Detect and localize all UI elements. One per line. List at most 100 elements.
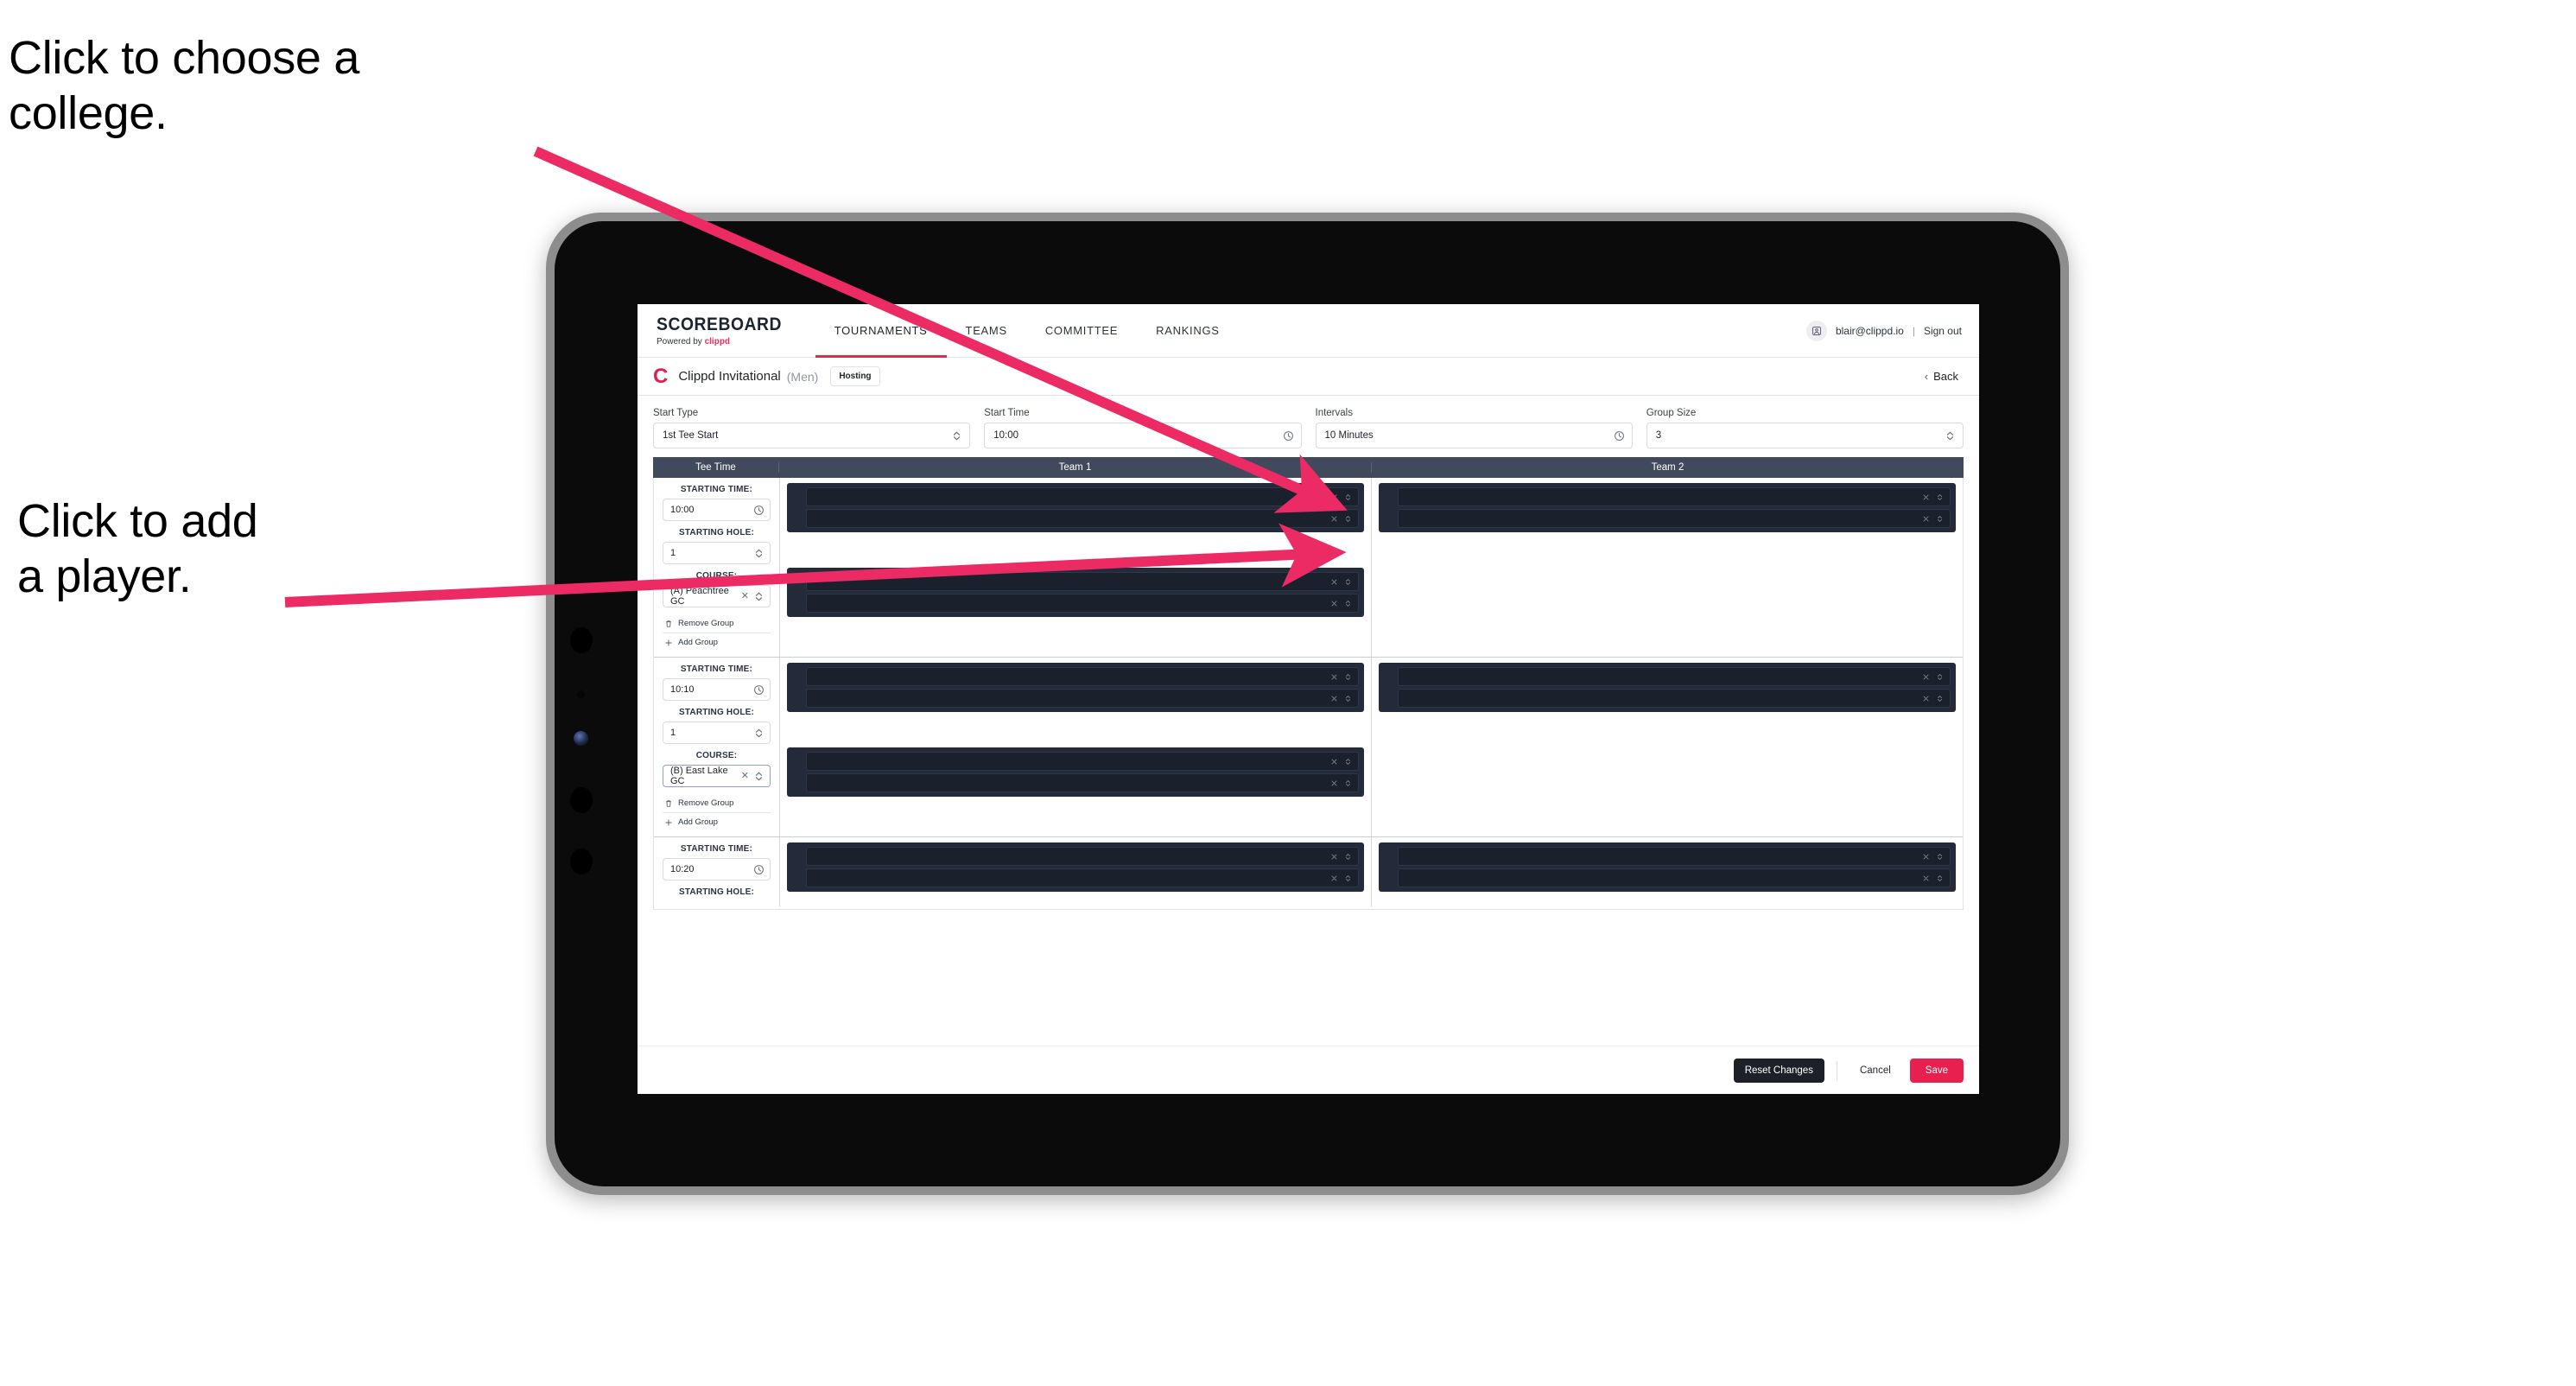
player-slot[interactable] — [806, 594, 1359, 613]
tab-rankings[interactable]: RANKINGS — [1137, 304, 1239, 357]
group-size-stepper[interactable]: 3 — [1646, 423, 1964, 448]
player-slot[interactable] — [806, 752, 1359, 771]
table-row: STARTING TIME: 10:10 STARTING HOLE: 1 CO… — [654, 658, 1963, 837]
clock-icon[interactable] — [1614, 430, 1625, 442]
brand-logo[interactable]: SCOREBOARD Powered by clippd — [638, 304, 815, 357]
remove-group-button[interactable]: Remove Group — [663, 614, 771, 633]
stepper-updown-icon[interactable] — [1936, 853, 1944, 861]
stepper-updown-icon[interactable] — [1344, 673, 1352, 681]
reset-changes-button[interactable]: Reset Changes — [1733, 1058, 1824, 1083]
player-slot[interactable] — [1398, 868, 1951, 887]
team-1-cell — [780, 478, 1371, 657]
back-button[interactable]: ‹ Back — [1925, 370, 1964, 383]
close-x-icon[interactable] — [1330, 515, 1338, 523]
stepper-updown-icon[interactable] — [1344, 515, 1352, 523]
player-slot[interactable] — [806, 667, 1359, 686]
intervals-value: 10 Minutes — [1324, 430, 1374, 441]
stepper-updown-icon[interactable] — [951, 430, 962, 442]
stepper-updown-icon[interactable] — [1936, 695, 1944, 703]
player-slot[interactable] — [806, 689, 1359, 708]
player-slot[interactable] — [806, 509, 1359, 528]
stepper-updown-icon[interactable] — [1344, 853, 1352, 861]
bezel-sensor-dot — [570, 787, 593, 813]
brand-subtitle-prefix: Powered by — [657, 337, 705, 346]
stepper-updown-icon[interactable] — [753, 548, 765, 559]
clock-icon[interactable] — [753, 505, 765, 516]
tee-sheet-header: Tee Time Team 1 Team 2 — [653, 457, 1964, 478]
close-x-icon[interactable] — [1330, 578, 1338, 586]
player-slot[interactable] — [806, 572, 1359, 591]
start-time-input[interactable]: 10:00 — [984, 423, 1302, 448]
add-group-button[interactable]: Add Group — [663, 813, 771, 831]
close-x-icon[interactable] — [1922, 874, 1930, 882]
bezel-sensor-dot — [570, 849, 593, 874]
close-x-icon[interactable] — [1922, 515, 1930, 523]
field-start-time: Start Time 10:00 — [984, 408, 1302, 448]
save-button[interactable]: Save — [1909, 1058, 1964, 1083]
player-slot[interactable] — [806, 868, 1359, 887]
tab-committee[interactable]: COMMITTEE — [1026, 304, 1137, 357]
tab-tournaments[interactable]: TOURNAMENTS — [815, 304, 947, 358]
sign-out-link[interactable]: Sign out — [1924, 325, 1962, 337]
clock-icon[interactable] — [1283, 430, 1294, 442]
player-slot[interactable] — [806, 847, 1359, 866]
group-actions: Remove Group Add Group — [663, 794, 771, 831]
stepper-updown-icon[interactable] — [1344, 493, 1352, 501]
stepper-updown-icon[interactable] — [1344, 600, 1352, 607]
stepper-updown-icon[interactable] — [1344, 578, 1352, 586]
remove-group-button[interactable]: Remove Group — [663, 794, 771, 813]
close-x-icon[interactable] — [1922, 695, 1930, 703]
starting-time-input[interactable]: 10:10 — [663, 678, 771, 701]
tab-teams[interactable]: TEAMS — [947, 304, 1026, 357]
stepper-updown-icon[interactable] — [1344, 874, 1352, 882]
player-slot[interactable] — [1398, 847, 1951, 866]
close-x-icon[interactable] — [1330, 673, 1338, 681]
stepper-updown-icon[interactable] — [1936, 493, 1944, 501]
stepper-updown-icon[interactable] — [1945, 430, 1956, 442]
intervals-input[interactable]: 10 Minutes — [1315, 423, 1633, 448]
add-group-button[interactable]: Add Group — [663, 633, 771, 652]
close-x-icon[interactable] — [1330, 758, 1338, 766]
player-group — [787, 483, 1364, 532]
stepper-updown-icon[interactable] — [753, 591, 765, 602]
field-group-size-label: Group Size — [1646, 408, 1697, 418]
user-avatar-icon[interactable] — [1805, 320, 1827, 341]
player-slot[interactable] — [1398, 689, 1951, 708]
close-x-icon[interactable]: ✕ — [741, 771, 749, 781]
player-slot[interactable] — [806, 487, 1359, 506]
starting-hole-input[interactable]: 1 — [663, 722, 771, 744]
close-x-icon[interactable] — [1330, 493, 1338, 501]
close-x-icon[interactable] — [1330, 695, 1338, 703]
close-x-icon[interactable] — [1922, 673, 1930, 681]
course-select[interactable]: (B) East Lake GC ✕ — [663, 765, 771, 787]
close-x-icon[interactable] — [1330, 779, 1338, 787]
close-x-icon[interactable] — [1922, 853, 1930, 861]
stepper-updown-icon[interactable] — [1936, 874, 1944, 882]
clock-icon[interactable] — [753, 684, 765, 696]
stepper-updown-icon[interactable] — [1344, 779, 1352, 787]
stepper-updown-icon[interactable] — [1936, 515, 1944, 523]
clock-icon[interactable] — [753, 864, 765, 875]
close-x-icon[interactable] — [1330, 600, 1338, 607]
column-header-team-1: Team 1 — [1058, 462, 1092, 473]
stepper-updown-icon[interactable] — [753, 728, 765, 739]
cancel-button[interactable]: Cancel — [1850, 1059, 1901, 1083]
stepper-updown-icon[interactable] — [1936, 673, 1944, 681]
starting-hole-input[interactable]: 1 — [663, 542, 771, 564]
player-slot[interactable] — [1398, 487, 1951, 506]
starting-time-input[interactable]: 10:00 — [663, 499, 771, 521]
stepper-updown-icon[interactable] — [753, 771, 765, 782]
starting-time-input[interactable]: 10:20 — [663, 858, 771, 881]
close-x-icon[interactable] — [1922, 493, 1930, 501]
player-slot[interactable] — [1398, 667, 1951, 686]
player-slot[interactable] — [1398, 509, 1951, 528]
close-x-icon[interactable]: ✕ — [741, 591, 749, 601]
player-slot[interactable] — [806, 773, 1359, 792]
stepper-updown-icon[interactable] — [1344, 695, 1352, 703]
close-x-icon[interactable] — [1330, 874, 1338, 882]
close-x-icon[interactable] — [1330, 853, 1338, 861]
start-type-select[interactable]: 1st Tee Start — [653, 423, 971, 448]
clippd-logo-icon: C — [653, 364, 669, 388]
course-select[interactable]: (A) Peachtree GC ✕ — [663, 585, 771, 607]
stepper-updown-icon[interactable] — [1344, 758, 1352, 766]
